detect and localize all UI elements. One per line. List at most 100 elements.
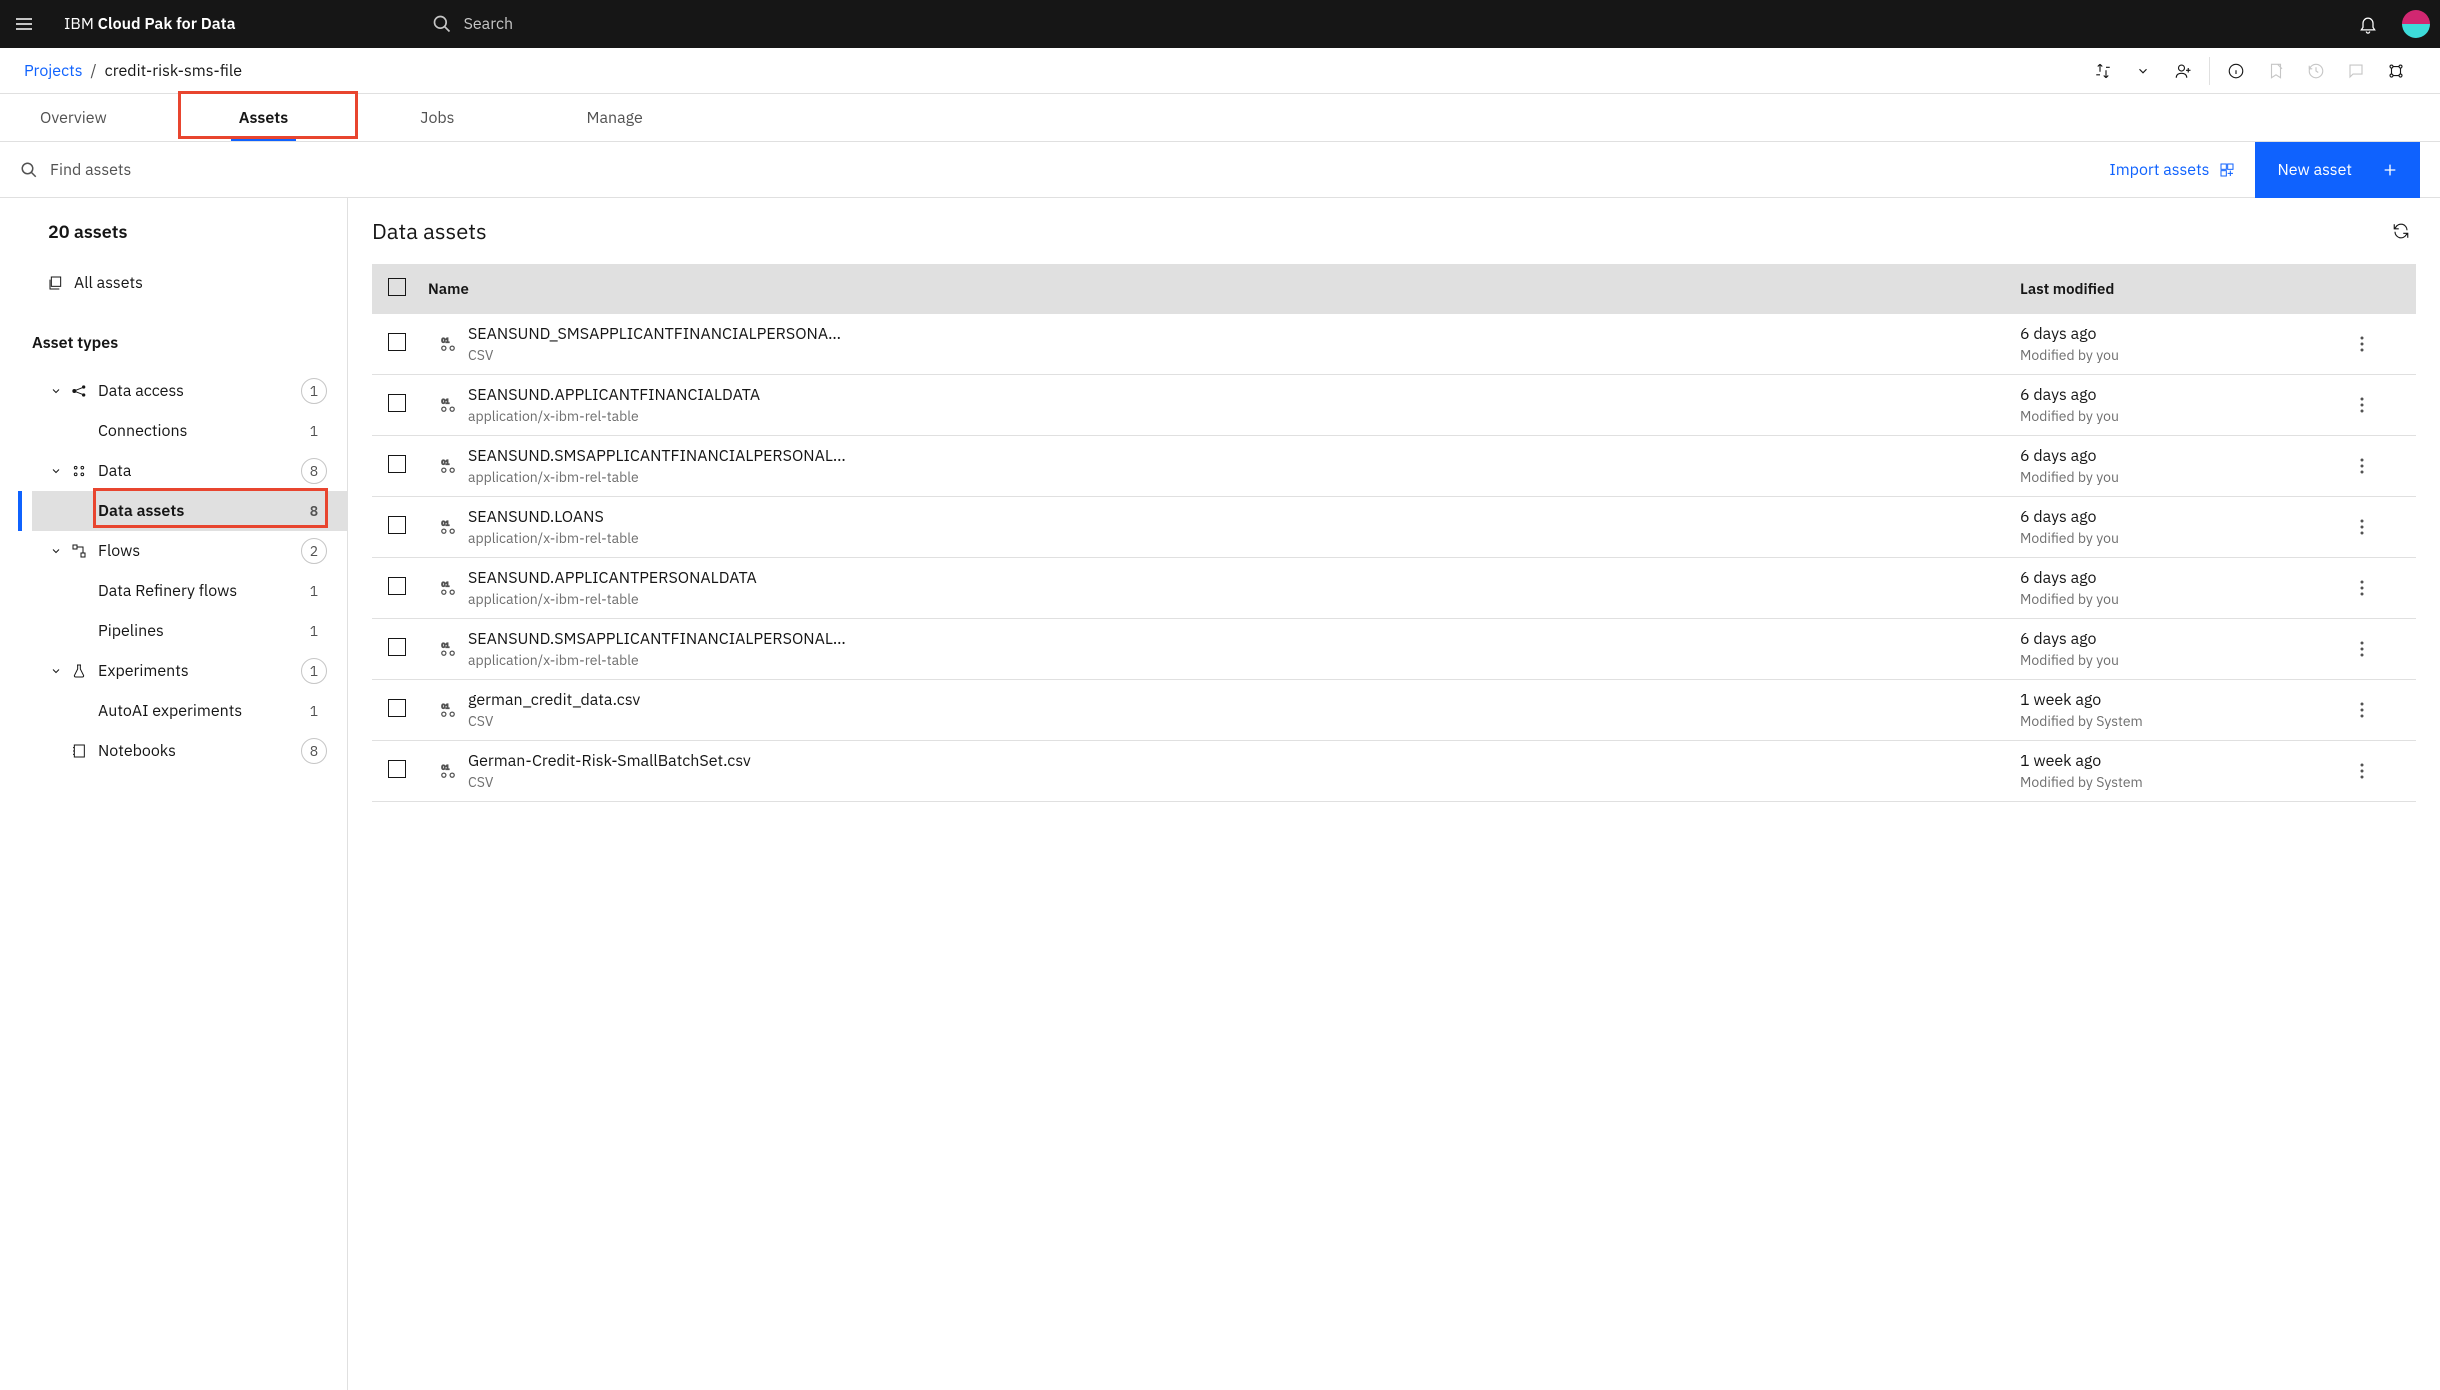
row-checkbox[interactable] bbox=[388, 760, 406, 778]
row-checkbox[interactable] bbox=[388, 455, 406, 473]
sidebar-all-assets[interactable]: All assets bbox=[32, 263, 347, 303]
tree-data-access[interactable]: Data access 1 bbox=[32, 371, 347, 411]
subheader-actions bbox=[2083, 51, 2416, 91]
table-row[interactable]: 01SEANSUND.LOANSapplication/x-ibm-rel-ta… bbox=[372, 497, 2416, 558]
col-name[interactable]: Name bbox=[428, 280, 2020, 299]
tree-label: Experiments bbox=[98, 661, 301, 681]
notifications-button[interactable] bbox=[2344, 0, 2392, 48]
bookmark-button[interactable] bbox=[2256, 51, 2296, 91]
table-row[interactable]: 01German-Credit-Risk-SmallBatchSet.csvCS… bbox=[372, 741, 2416, 802]
content-head: Data assets bbox=[372, 216, 2416, 246]
info-icon bbox=[2227, 62, 2245, 80]
row-checkbox[interactable] bbox=[388, 516, 406, 534]
table-row[interactable]: 01german_credit_data.csvCSV1 week agoMod… bbox=[372, 680, 2416, 741]
row-menu-button[interactable] bbox=[2360, 336, 2400, 352]
tree-count: 1 bbox=[301, 418, 327, 444]
settings-icon bbox=[2387, 62, 2405, 80]
svg-text:01: 01 bbox=[441, 518, 449, 527]
global-search[interactable] bbox=[432, 0, 2344, 48]
table-row[interactable]: 01 SEANSUND.SMSAPPLICANTFINANCIALPERSONAL… bbox=[372, 619, 2416, 680]
table-row[interactable]: 01SEANSUND_SMSAPPLICANTFINANCIALPERSONAL… bbox=[372, 314, 2416, 375]
refresh-button[interactable] bbox=[2386, 216, 2416, 246]
avatar-button[interactable] bbox=[2392, 0, 2440, 48]
breadcrumb-root[interactable]: Projects bbox=[24, 61, 83, 81]
svg-text:01: 01 bbox=[441, 640, 449, 649]
overflow-icon bbox=[2360, 763, 2364, 779]
modified-time: 6 days ago bbox=[2020, 324, 2360, 344]
history-button[interactable] bbox=[2296, 51, 2336, 91]
hamburger-menu[interactable] bbox=[0, 0, 48, 48]
row-checkbox[interactable] bbox=[388, 577, 406, 595]
row-menu-button[interactable] bbox=[2360, 763, 2400, 779]
tree-experiments[interactable]: Experiments 1 bbox=[32, 651, 347, 691]
tree-connections[interactable]: Connections 1 bbox=[32, 411, 347, 451]
info-button[interactable] bbox=[2216, 51, 2256, 91]
flask-icon bbox=[71, 663, 87, 679]
find-assets[interactable] bbox=[20, 160, 250, 180]
overflow-icon bbox=[2360, 397, 2364, 413]
asset-subtype: CSV bbox=[468, 712, 2020, 730]
row-menu-button[interactable] bbox=[2360, 580, 2400, 596]
svg-text:01: 01 bbox=[441, 335, 449, 344]
asset-subtype: application/x-ibm-rel-table bbox=[468, 651, 2020, 669]
breadcrumb-current: credit-risk-sms-file bbox=[105, 61, 242, 81]
bell-icon bbox=[2358, 14, 2378, 34]
export-button[interactable] bbox=[2083, 51, 2123, 91]
tree-autoai[interactable]: AutoAI experiments 1 bbox=[32, 691, 347, 731]
brand-prefix: IBM bbox=[64, 14, 94, 34]
select-all-checkbox[interactable] bbox=[388, 278, 406, 296]
tree-count: 1 bbox=[301, 378, 327, 404]
table-body: 01SEANSUND_SMSAPPLICANTFINANCIALPERSONAL… bbox=[372, 314, 2416, 802]
tree-count: 1 bbox=[301, 658, 327, 684]
table-row[interactable]: 01SEANSUND.SMSAPPLICANTFINANCIALPERSONAL… bbox=[372, 436, 2416, 497]
row-checkbox[interactable] bbox=[388, 394, 406, 412]
row-checkbox[interactable] bbox=[388, 638, 406, 656]
tree-label: Pipelines bbox=[98, 621, 301, 641]
row-checkbox[interactable] bbox=[388, 333, 406, 351]
comment-button[interactable] bbox=[2336, 51, 2376, 91]
asset-name: SEANSUND.SMSAPPLICANTFINANCIALPERSONALDA… bbox=[468, 629, 848, 649]
asset-type-icon: 01 bbox=[428, 395, 468, 415]
notebook-icon bbox=[71, 743, 87, 759]
modified-by: Modified by you bbox=[2020, 468, 2360, 486]
tree-refinery[interactable]: Data Refinery flows 1 bbox=[32, 571, 347, 611]
export-dropdown[interactable] bbox=[2123, 51, 2163, 91]
tree-data-assets[interactable]: Data assets 8 bbox=[32, 491, 347, 531]
import-assets-button[interactable]: Import assets bbox=[2089, 160, 2255, 180]
tree-notebooks[interactable]: Notebooks 8 bbox=[32, 731, 347, 771]
row-menu-button[interactable] bbox=[2360, 641, 2400, 657]
tree-label: Notebooks bbox=[98, 741, 301, 761]
asset-type-icon: 01 bbox=[428, 578, 468, 598]
find-input[interactable] bbox=[50, 160, 250, 180]
tab-overview[interactable]: Overview bbox=[24, 94, 123, 141]
settings-button[interactable] bbox=[2376, 51, 2416, 91]
tree-pipelines[interactable]: Pipelines 1 bbox=[32, 611, 347, 651]
sidebar-summary: 20 assets bbox=[32, 220, 347, 243]
bookmark-icon bbox=[2267, 62, 2285, 80]
tree-flows[interactable]: Flows 2 bbox=[32, 531, 347, 571]
divider bbox=[2209, 57, 2210, 85]
row-menu-button[interactable] bbox=[2360, 519, 2400, 535]
tab-jobs[interactable]: Jobs bbox=[404, 94, 470, 141]
main: 20 assets All assets Asset types Data ac… bbox=[0, 198, 2440, 1390]
tab-assets[interactable]: Assets bbox=[223, 94, 305, 141]
overflow-icon bbox=[2360, 580, 2364, 596]
topbar: IBM Cloud Pak for Data bbox=[0, 0, 2440, 48]
tree-data[interactable]: Data 8 bbox=[32, 451, 347, 491]
tab-manage[interactable]: Manage bbox=[570, 94, 658, 141]
row-checkbox[interactable] bbox=[388, 699, 406, 717]
row-menu-button[interactable] bbox=[2360, 458, 2400, 474]
overflow-icon bbox=[2360, 336, 2364, 352]
table-row[interactable]: 01SEANSUND.APPLICANTFINANCIALDATAapplica… bbox=[372, 375, 2416, 436]
row-menu-button[interactable] bbox=[2360, 397, 2400, 413]
col-modified[interactable]: Last modified bbox=[2020, 280, 2360, 299]
connection-icon bbox=[71, 383, 87, 399]
new-asset-label: New asset bbox=[2277, 160, 2352, 180]
svg-text:01: 01 bbox=[441, 457, 449, 466]
tree-count: 8 bbox=[301, 738, 327, 764]
add-collaborator-button[interactable] bbox=[2163, 51, 2203, 91]
row-menu-button[interactable] bbox=[2360, 702, 2400, 718]
new-asset-button[interactable]: New asset bbox=[2255, 142, 2420, 198]
table-row[interactable]: 01SEANSUND.APPLICANTPERSONALDATAapplicat… bbox=[372, 558, 2416, 619]
search-input[interactable] bbox=[464, 14, 764, 34]
